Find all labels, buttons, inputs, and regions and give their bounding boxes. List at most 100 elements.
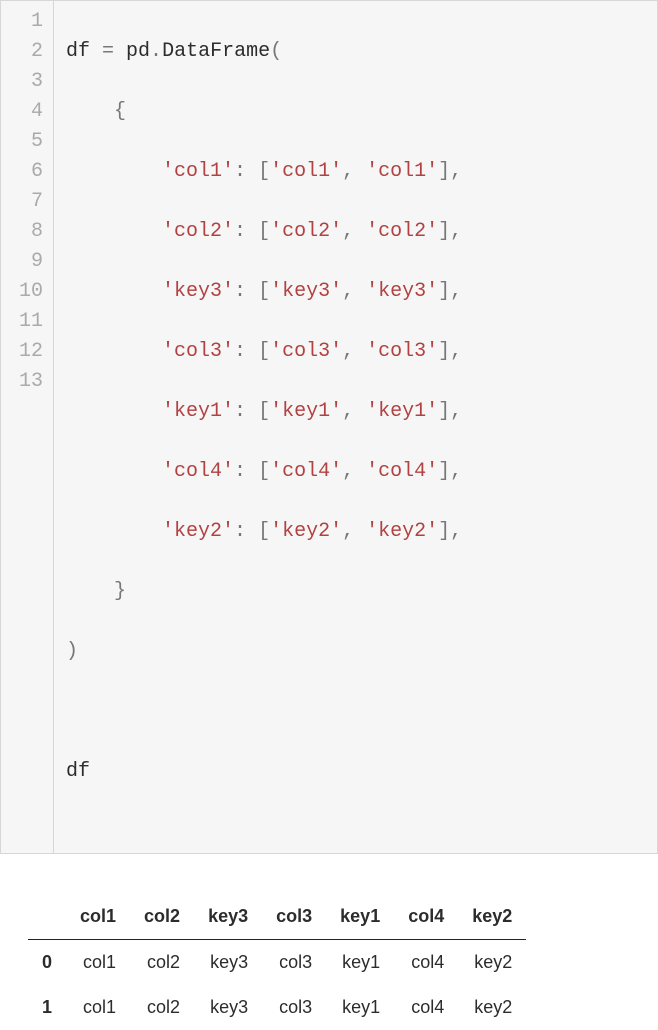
- table-cell: col1: [66, 940, 130, 986]
- line-number: 3: [9, 67, 43, 97]
- code-token: ,: [342, 520, 354, 543]
- dataframe-table: col1 col2 key3 col3 key1 col4 key2 0 col…: [28, 894, 526, 1030]
- code-token: pd: [114, 40, 150, 63]
- code-line: 'col1': ['col1', 'col1'],: [66, 157, 645, 187]
- column-header: key2: [458, 894, 526, 940]
- code-token: ,: [342, 160, 354, 183]
- code-token: ]: [438, 400, 450, 423]
- line-number: 11: [9, 307, 43, 337]
- code-token: =: [102, 40, 114, 63]
- code-token: 'col1': [366, 160, 438, 183]
- table-cell: key3: [194, 985, 262, 1030]
- table-row: 0 col1 col2 key3 col3 key1 col4 key2: [28, 940, 526, 986]
- column-header: key1: [326, 894, 394, 940]
- code-token: 'col4': [366, 460, 438, 483]
- column-header: col2: [130, 894, 194, 940]
- code-token: ]: [438, 160, 450, 183]
- code-token: :: [234, 340, 246, 363]
- line-number: 5: [9, 127, 43, 157]
- code-token: :: [234, 280, 246, 303]
- code-token: 'key2': [162, 520, 234, 543]
- code-line: {: [66, 97, 645, 127]
- table-cell: col3: [262, 985, 326, 1030]
- code-token: [: [258, 160, 270, 183]
- code-token: 'key1': [366, 400, 438, 423]
- code-line: df = pd.DataFrame(: [66, 37, 645, 67]
- code-line: 'key1': ['key1', 'key1'],: [66, 397, 645, 427]
- code-token: ,: [342, 460, 354, 483]
- code-token: ,: [450, 280, 462, 303]
- code-token: ]: [438, 280, 450, 303]
- code-token: 'col4': [270, 460, 342, 483]
- code-token: 'col3': [366, 340, 438, 363]
- line-number: 10: [9, 277, 43, 307]
- line-number: 1: [9, 7, 43, 37]
- code-line: }: [66, 577, 645, 607]
- code-token: ,: [450, 160, 462, 183]
- code-token: 'key2': [366, 520, 438, 543]
- code-token: 'key1': [162, 400, 234, 423]
- code-token: [: [258, 280, 270, 303]
- table-cell: key1: [326, 985, 394, 1030]
- code-token: 'key3': [270, 280, 342, 303]
- code-token: :: [234, 460, 246, 483]
- column-header: key3: [194, 894, 262, 940]
- line-number: 4: [9, 97, 43, 127]
- code-token: [: [258, 400, 270, 423]
- table-cell: col2: [130, 940, 194, 986]
- dataframe-output: col1 col2 key3 col3 key1 col4 key2 0 col…: [28, 894, 658, 1030]
- table-cell: key2: [458, 940, 526, 986]
- code-token: 'key3': [162, 280, 234, 303]
- column-header: col3: [262, 894, 326, 940]
- code-token: 'col2': [366, 220, 438, 243]
- table-cell: col2: [130, 985, 194, 1030]
- code-line: 'key3': ['key3', 'key3'],: [66, 277, 645, 307]
- line-number: 8: [9, 217, 43, 247]
- code-block: 1 2 3 4 5 6 7 8 9 10 11 12 13 df = pd.Da…: [0, 0, 658, 854]
- table-cell: col4: [394, 940, 458, 986]
- code-line: 'col4': ['col4', 'col4'],: [66, 457, 645, 487]
- code-token: 'col1': [270, 160, 342, 183]
- code-token: 'key2': [270, 520, 342, 543]
- code-token: (: [270, 40, 282, 63]
- table-row: 1 col1 col2 key3 col3 key1 col4 key2: [28, 985, 526, 1030]
- table-cell: col1: [66, 985, 130, 1030]
- code-token: ): [66, 640, 78, 663]
- code-token: ,: [450, 340, 462, 363]
- table-cell: col3: [262, 940, 326, 986]
- code-line: ): [66, 637, 645, 667]
- line-number-gutter: 1 2 3 4 5 6 7 8 9 10 11 12 13: [1, 1, 54, 853]
- code-token: ]: [438, 460, 450, 483]
- code-token: ,: [450, 400, 462, 423]
- code-token: [: [258, 340, 270, 363]
- code-token: :: [234, 520, 246, 543]
- code-token: df: [66, 40, 102, 63]
- code-token: {: [114, 100, 126, 123]
- code-token: ]: [438, 220, 450, 243]
- code-token: [: [258, 460, 270, 483]
- code-line: df: [66, 757, 645, 787]
- code-token: :: [234, 400, 246, 423]
- line-number: 7: [9, 187, 43, 217]
- code-token: DataFrame: [162, 40, 270, 63]
- line-number: 12: [9, 337, 43, 367]
- code-line: 'key2': ['key2', 'key2'],: [66, 517, 645, 547]
- code-line: 'col3': ['col3', 'col3'],: [66, 337, 645, 367]
- table-header-row: col1 col2 key3 col3 key1 col4 key2: [28, 894, 526, 940]
- code-token: 'col1': [162, 160, 234, 183]
- code-token: ,: [342, 340, 354, 363]
- line-number: 2: [9, 37, 43, 67]
- line-number: 6: [9, 157, 43, 187]
- code-token: ,: [342, 400, 354, 423]
- code-token: 'col2': [270, 220, 342, 243]
- code-token: }: [114, 580, 126, 603]
- code-token: 'key1': [270, 400, 342, 423]
- code-token: ,: [450, 220, 462, 243]
- code-line: 'col2': ['col2', 'col2'],: [66, 217, 645, 247]
- line-number: 13: [9, 367, 43, 397]
- table-cell: col4: [394, 985, 458, 1030]
- row-index: 0: [28, 940, 66, 986]
- column-header: col1: [66, 894, 130, 940]
- code-token: [: [258, 220, 270, 243]
- code-token: :: [234, 220, 246, 243]
